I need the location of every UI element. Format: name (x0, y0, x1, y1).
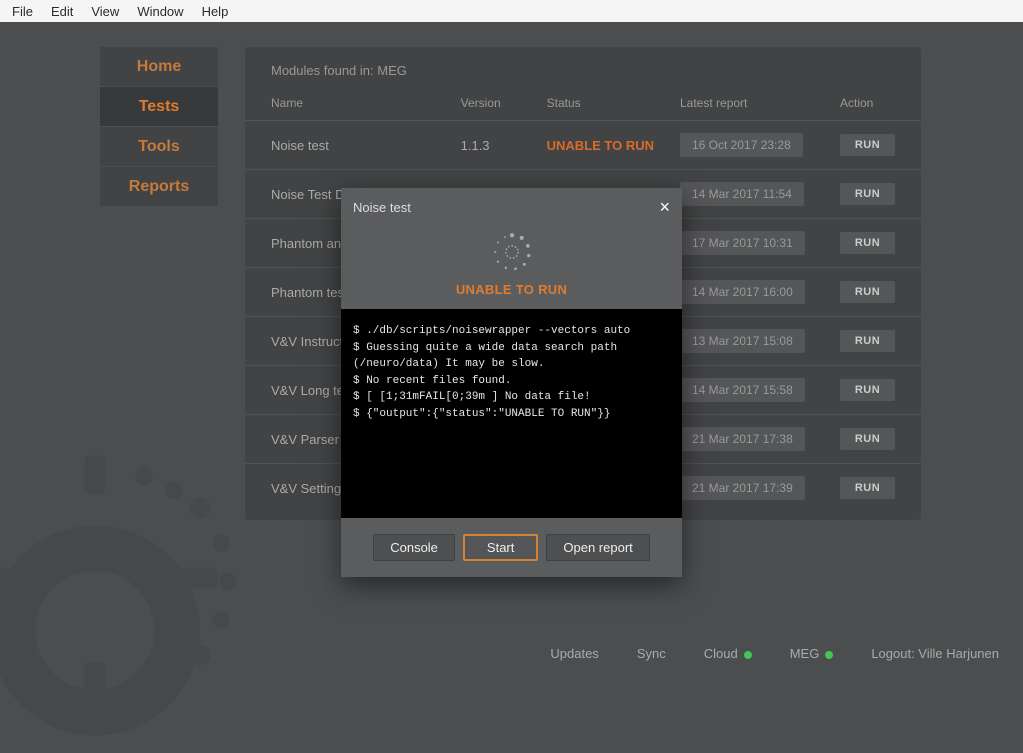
table-row: Noise test1.1.3UNABLE TO RUN 16 Oct 2017 … (245, 121, 921, 170)
cell-report: 16 Oct 2017 23:28 (654, 121, 814, 170)
date-chip[interactable]: 13 Mar 2017 15:08 (680, 329, 805, 353)
gear-deco-icon (0, 403, 270, 753)
dot-icon (744, 651, 752, 659)
console-button[interactable]: Console (373, 534, 455, 561)
spinner-icon (490, 230, 534, 274)
sidebar-item-label: Tests (139, 98, 180, 116)
menu-file[interactable]: File (4, 2, 41, 21)
date-chip[interactable]: 14 Mar 2017 16:00 (680, 280, 805, 304)
dot-icon (825, 651, 833, 659)
col-report: Latest report (654, 86, 814, 121)
cell-version: 1.1.3 (435, 121, 521, 170)
status-bar: Updates Sync Cloud MEG Logout: Ville Har… (550, 646, 999, 661)
date-chip[interactable]: 16 Oct 2017 23:28 (680, 133, 803, 157)
date-chip[interactable]: 21 Mar 2017 17:39 (680, 476, 805, 500)
cell-status: UNABLE TO RUN (521, 121, 654, 170)
date-chip[interactable]: 21 Mar 2017 17:38 (680, 427, 805, 451)
run-button[interactable]: RUN (840, 428, 895, 450)
date-chip[interactable]: 14 Mar 2017 15:58 (680, 378, 805, 402)
footer-cloud[interactable]: Cloud (704, 646, 752, 661)
test-modal: Noise test × UNABLE TO RUN $ ./db/script… (341, 188, 682, 577)
col-version: Version (435, 86, 521, 121)
menu-window[interactable]: Window (129, 2, 191, 21)
open-report-button[interactable]: Open report (546, 534, 649, 561)
close-icon[interactable]: × (659, 198, 670, 216)
col-name: Name (245, 86, 435, 121)
menubar: File Edit View Window Help (0, 0, 1023, 22)
date-chip[interactable]: 17 Mar 2017 10:31 (680, 231, 805, 255)
run-button[interactable]: RUN (840, 379, 895, 401)
cell-name: Noise test (245, 121, 435, 170)
panel-title: Modules found in: MEG (245, 47, 921, 86)
sidebar-item-tools[interactable]: Tools (100, 127, 218, 167)
console-output[interactable]: $ ./db/scripts/noisewrapper --vectors au… (341, 309, 682, 518)
start-button[interactable]: Start (463, 534, 538, 561)
sidebar-item-label: Home (137, 58, 181, 76)
run-button[interactable]: RUN (840, 183, 895, 205)
sidebar-item-label: Tools (138, 138, 179, 156)
sidebar-item-reports[interactable]: Reports (100, 167, 218, 207)
sidebar: Home Tests Tools Reports (100, 47, 218, 207)
col-action: Action (814, 86, 921, 121)
menu-view[interactable]: View (83, 2, 127, 21)
date-chip[interactable]: 14 Mar 2017 11:54 (680, 182, 804, 206)
run-button[interactable]: RUN (840, 477, 895, 499)
modal-title: Noise test (353, 200, 411, 215)
run-button[interactable]: RUN (840, 134, 895, 156)
sidebar-item-tests[interactable]: Tests (100, 87, 218, 127)
run-button[interactable]: RUN (840, 330, 895, 352)
footer-meg[interactable]: MEG (790, 646, 834, 661)
sidebar-item-home[interactable]: Home (100, 47, 218, 87)
run-button[interactable]: RUN (840, 281, 895, 303)
menu-edit[interactable]: Edit (43, 2, 81, 21)
footer-logout[interactable]: Logout: Ville Harjunen (871, 646, 999, 661)
sidebar-item-label: Reports (129, 178, 189, 196)
run-button[interactable]: RUN (840, 232, 895, 254)
footer-sync[interactable]: Sync (637, 646, 666, 661)
modal-status: UNABLE TO RUN (456, 282, 567, 297)
menu-help[interactable]: Help (194, 2, 237, 21)
col-status: Status (521, 86, 654, 121)
footer-updates[interactable]: Updates (550, 646, 598, 661)
